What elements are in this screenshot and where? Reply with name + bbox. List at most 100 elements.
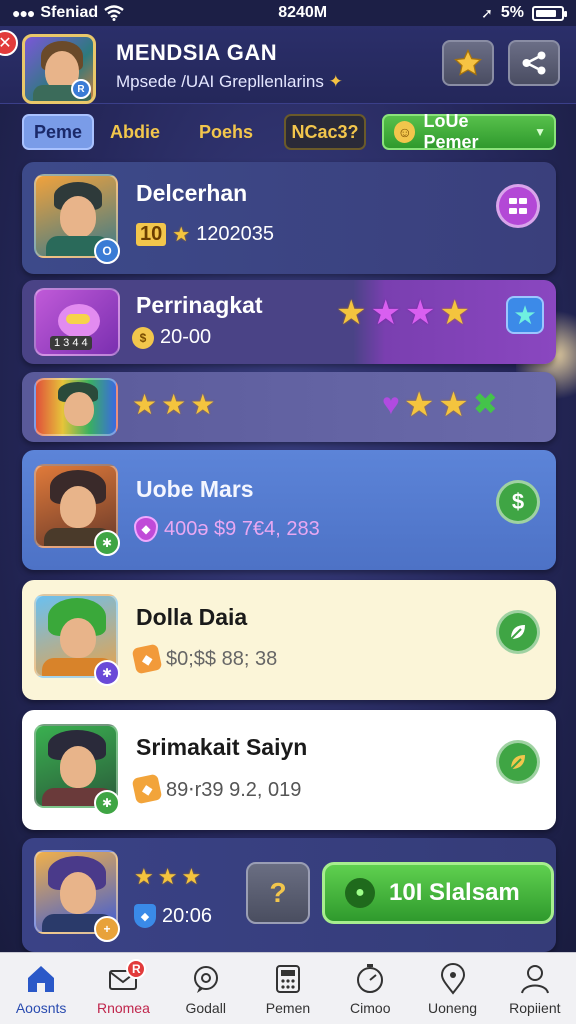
grid-button[interactable] xyxy=(496,184,540,228)
star-icon: ★ xyxy=(336,294,367,332)
star-icon: ★ xyxy=(134,864,154,889)
item-value: $ 20-00 xyxy=(132,326,211,349)
list-item[interactable]: + ★ ★ ★ ◆ 20:06 ? ● 10I Slalsam xyxy=(22,838,556,952)
signal-dots-icon: ●●● xyxy=(12,5,35,21)
star-icon: ★ xyxy=(132,389,158,420)
tab-poehs[interactable]: Poehs xyxy=(188,114,264,150)
chevron-down-icon: ▼ xyxy=(534,125,546,139)
chat-icon xyxy=(193,965,218,993)
smiley-coin-icon: ☺ xyxy=(394,121,416,143)
tab-peme[interactable]: Peme xyxy=(22,114,94,150)
level-badge: ✱ xyxy=(94,530,120,556)
tab-abdie[interactable]: Abdie xyxy=(100,114,170,150)
tab-ncac[interactable]: NCac3? xyxy=(284,114,366,150)
calculator-icon xyxy=(275,964,300,993)
nav-item-rnomea[interactable]: R Rnomea xyxy=(82,953,164,1024)
rating-stars: ★ ★ ★ xyxy=(132,388,215,422)
tag-label: 1 3 4 4 xyxy=(50,336,92,350)
dollar-button[interactable]: $ xyxy=(496,480,540,524)
nav-item-cimoo[interactable]: Cimoo xyxy=(329,953,411,1024)
page-subtitle: Mpsede /UAI Grepllenlarins ✦ xyxy=(116,72,343,91)
badge-shield-icon: ◆ xyxy=(131,643,163,675)
item-name: Dolla Daia xyxy=(136,604,248,630)
header: ✕ R MENDSIA GAN Mpsede /UAI Grepllenlari… xyxy=(0,26,576,104)
list-item[interactable]: ★ ★ ★ ♥ ★ ★ ✖ xyxy=(22,372,556,442)
star-box-icon: ★ xyxy=(513,299,537,330)
user-icon xyxy=(520,964,549,993)
star-icon: ★ xyxy=(438,386,469,424)
badge-shield-icon: ◆ xyxy=(131,773,163,805)
chat-bubble-icon: ● xyxy=(345,878,375,908)
carrier-label: Sfeniad xyxy=(40,4,99,21)
page-title: MENDSIA GAN xyxy=(116,40,278,65)
list-item[interactable]: O Delcerhan 10 ★ 1202035 xyxy=(22,162,556,274)
notification-badge: R xyxy=(126,959,147,979)
star-icon: ★ xyxy=(190,389,216,420)
heart-icon: ♥ xyxy=(382,388,400,421)
list-item[interactable]: ✱ Uobe Mars ◆ 400ə $9 7€4, 283 $ xyxy=(22,450,556,570)
nav-item-godall[interactable]: Godall xyxy=(165,953,247,1024)
grid-icon xyxy=(509,198,527,214)
leaf-button[interactable] xyxy=(496,610,540,654)
leaf-icon xyxy=(510,755,525,770)
sparkle-icon: ✦ xyxy=(328,72,343,91)
leaf-button[interactable] xyxy=(496,740,540,784)
share-button[interactable] xyxy=(508,40,560,86)
share-icon xyxy=(522,51,546,75)
star-icon: ★ xyxy=(403,386,435,424)
status-bar: ●●● Sfeniad 8240M ➚ 5% xyxy=(0,0,576,26)
star-icon: ★ xyxy=(404,294,436,332)
star-icon: ★ xyxy=(439,294,470,332)
list-item[interactable]: ✱ Srimakait Saiyn ◆ 89⋅r39 9.2, 019 xyxy=(22,710,556,830)
wifi-icon xyxy=(104,5,124,21)
location-arrow-icon: ➚ xyxy=(481,4,493,21)
bottom-nav: Aoosnts R Rnomea Godall Pemen Cimoo Uone… xyxy=(0,952,576,1024)
profile-avatar[interactable]: R xyxy=(22,34,96,104)
dollar-icon: $ xyxy=(511,489,525,514)
leaf-icon xyxy=(510,625,525,640)
list-item[interactable]: 1 3 4 4 Perrinagkat $ 20-00 ★ ★ ★ ★ ★ xyxy=(22,280,556,364)
favorite-button[interactable] xyxy=(442,40,494,86)
nav-item-aoosnts[interactable]: Aoosnts xyxy=(0,953,82,1024)
tab-bar: Peme Abdie Poehs NCac3? ☺ LoUe Pemer ▼ xyxy=(0,104,576,160)
gem-icon: ◆ xyxy=(134,516,158,542)
item-value: ◆ 400ə $9 7€4, 283 xyxy=(134,516,320,542)
item-name: Uobe Mars xyxy=(136,476,254,502)
rank-prefix: 10 xyxy=(136,223,167,246)
clock: 8240M xyxy=(278,4,328,21)
star-icon xyxy=(454,49,482,76)
item-value: 10 ★ 1202035 xyxy=(136,222,274,247)
battery-percent: 5% xyxy=(500,4,524,21)
shield-icon: ◆ xyxy=(134,904,156,928)
item-value: ◆ $0;$$ 88; 38 xyxy=(131,643,277,675)
location-icon xyxy=(440,962,465,995)
item-name: Perrinagkat xyxy=(136,292,263,318)
character-portrait xyxy=(34,378,118,436)
nav-item-pemen[interactable]: Pemen xyxy=(247,953,329,1024)
star-icon: ★ xyxy=(157,864,178,889)
claim-button[interactable]: ● 10I Slalsam xyxy=(322,862,554,924)
nav-item-ropiient[interactable]: Ropiient xyxy=(494,953,576,1024)
star-icon: ★ xyxy=(370,294,401,332)
star-icon: ★ xyxy=(161,389,187,420)
nav-item-uoneng[interactable]: Uoneng xyxy=(411,953,493,1024)
tab-loue-pemer[interactable]: ☺ LoUe Pemer ▼ xyxy=(382,111,556,152)
cross-icon: ✖ xyxy=(472,388,498,421)
coin-icon: $ xyxy=(132,326,154,349)
close-icon[interactable]: ✕ xyxy=(0,30,18,56)
rating-stars: ★ ★ ★ ★ xyxy=(336,296,470,330)
reward-icons: ♥ ★ ★ ✖ xyxy=(382,388,498,422)
help-button[interactable]: ? xyxy=(246,862,310,924)
favorite-star-button[interactable]: ★ xyxy=(506,296,544,334)
creature-portrait: 1 3 4 4 xyxy=(34,288,120,356)
item-value: ◆ 20:06 xyxy=(134,904,212,928)
reward-stars: ★ ★ ★ xyxy=(134,860,201,894)
list-item[interactable]: ✱ Dolla Daia ◆ $0;$$ 88; 38 xyxy=(22,580,556,700)
home-icon xyxy=(28,965,55,992)
item-name: Delcerhan xyxy=(136,180,248,206)
star-icon: ★ xyxy=(181,864,202,889)
level-badge: ✱ xyxy=(94,660,120,686)
level-badge: ✱ xyxy=(94,790,120,816)
star-icon: ★ xyxy=(172,224,191,246)
level-badge: O xyxy=(94,238,120,264)
